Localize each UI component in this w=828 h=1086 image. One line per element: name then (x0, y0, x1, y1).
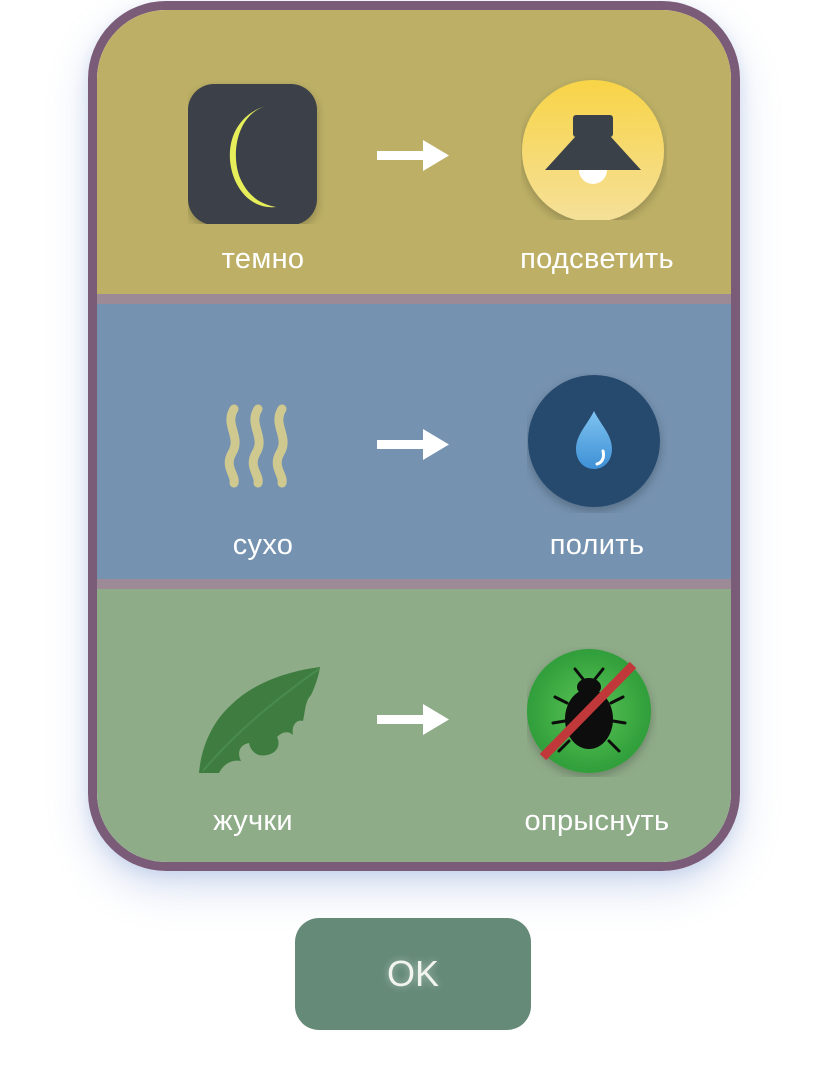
lamp-icon (521, 74, 667, 225)
arrow-icon (377, 702, 449, 743)
rule-dry-section: сухо полить (97, 297, 731, 581)
heat-waves-icon (220, 401, 304, 496)
arrow-icon (377, 138, 449, 179)
rule-dark-section: темно подсветить (97, 10, 731, 297)
section-divider (97, 579, 731, 589)
ok-button[interactable]: OK (295, 918, 531, 1030)
condition-label: сухо (232, 529, 294, 561)
action-label: полить (549, 529, 645, 561)
rule-bugs-section: жучки опрыснуть (97, 581, 731, 862)
water-drop-icon (527, 373, 667, 518)
rules-card: темно подсветить сухо полить жучки опрыс… (88, 1, 740, 871)
condition-label: жучки (213, 805, 293, 837)
arrow-icon (377, 427, 449, 468)
section-divider (97, 294, 731, 304)
no-bugs-icon (527, 647, 657, 782)
moon-icon (188, 74, 328, 229)
action-label: опрыснуть (524, 805, 670, 837)
action-label: подсветить (520, 243, 674, 275)
chewed-leaf-icon (193, 665, 323, 782)
condition-label: темно (221, 243, 305, 275)
